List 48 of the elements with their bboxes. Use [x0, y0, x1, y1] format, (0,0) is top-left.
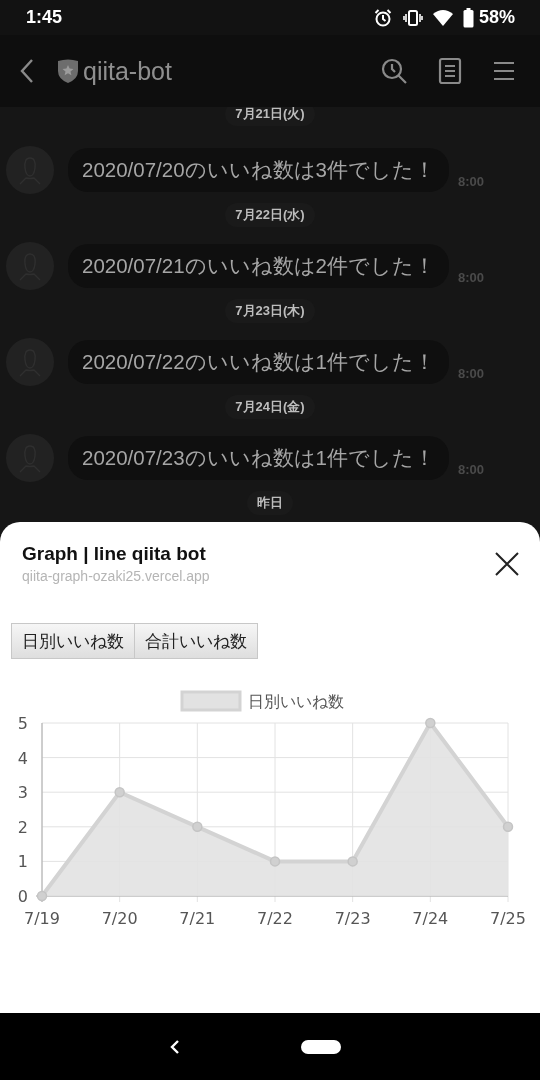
x-tick-label: 7/23	[334, 909, 371, 928]
home-pill[interactable]	[301, 1039, 341, 1054]
chat-title: qiita-bot	[83, 56, 172, 86]
vibrate-icon	[402, 7, 423, 28]
date-label: 7月21日(火)	[225, 107, 315, 126]
y-tick-label: 4	[17, 748, 28, 768]
data-point	[347, 856, 358, 867]
y-tick-label: 5	[17, 714, 28, 733]
data-point	[192, 821, 203, 833]
close-icon[interactable]	[495, 552, 519, 576]
legend-label: 日別いいね数	[248, 692, 344, 711]
y-tick-label: 2	[17, 817, 28, 837]
back-icon[interactable]	[169, 1038, 181, 1055]
message-bubble: 2020/07/21のいいね数は2件でした！	[68, 244, 449, 288]
x-tick-label: 7/25	[490, 909, 526, 928]
date-label: 7月24日(金)	[225, 395, 315, 419]
battery-percent: 58%	[478, 7, 515, 28]
y-tick-label: 0	[17, 887, 28, 906]
sheet-title: Graph | line qiita bot	[22, 542, 207, 566]
x-tick-label: 7/21	[179, 909, 216, 928]
date-label: 昨日	[247, 491, 293, 515]
shield-star-icon	[57, 59, 79, 83]
x-tick-label: 7/20	[101, 909, 138, 928]
message-bubble: 2020/07/22のいいね数は1件でした！	[68, 340, 449, 384]
y-tick-label: 1	[17, 852, 28, 872]
data-point	[425, 717, 436, 729]
chart-tab[interactable]: 日別いいね数	[11, 623, 135, 659]
x-tick-label: 7/22	[257, 909, 293, 928]
chart-tab[interactable]: 合計いいね数	[135, 623, 258, 659]
x-tick-label: 7/24	[412, 909, 449, 928]
alarm-clock-icon	[372, 7, 393, 28]
data-point	[36, 890, 48, 902]
date-label: 7月22日(水)	[225, 203, 315, 227]
wifi-icon	[432, 8, 453, 27]
x-tick-label: 7/19	[24, 909, 60, 928]
clock-time: 1:45	[26, 7, 63, 28]
menu-icon[interactable]	[492, 59, 516, 83]
note-icon[interactable]	[438, 57, 462, 85]
data-point	[114, 786, 125, 798]
battery-icon	[462, 7, 474, 28]
message-bubble: 2020/07/20のいいね数は3件でした！	[68, 148, 449, 192]
message-bubble: 2020/07/23のいいね数は1件でした！	[68, 436, 449, 480]
y-tick-label: 3	[17, 783, 28, 803]
sheet-url: qiita-graph-ozaki25.vercel.app	[22, 567, 210, 585]
date-label: 7月23日(木)	[225, 299, 315, 323]
search-icon[interactable]	[380, 57, 408, 85]
data-point	[269, 856, 281, 867]
data-point	[502, 821, 514, 833]
